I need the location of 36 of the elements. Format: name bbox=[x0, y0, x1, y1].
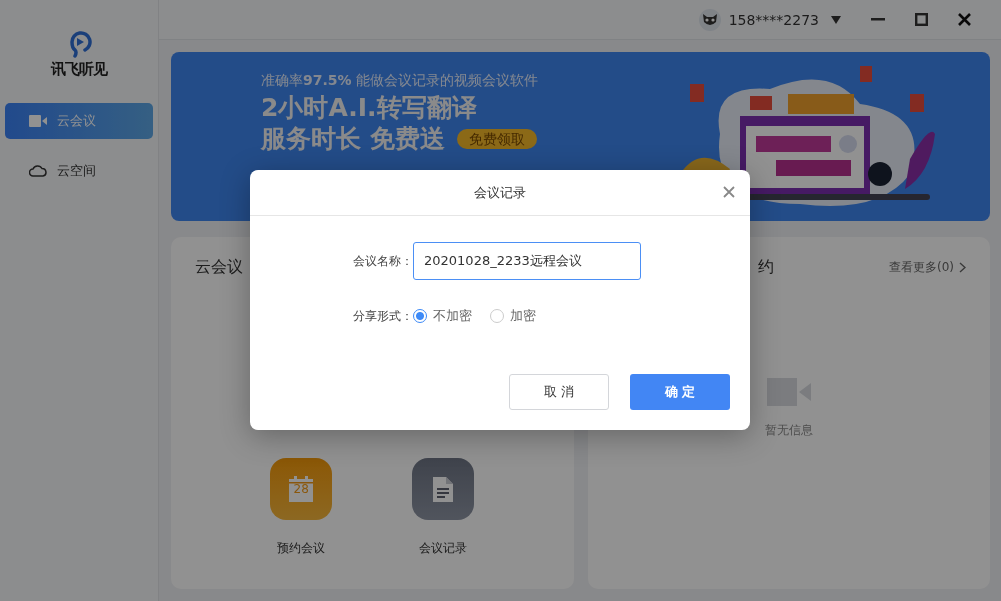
minimize-icon[interactable] bbox=[871, 18, 885, 21]
meeting-records-button[interactable] bbox=[412, 458, 475, 520]
maximize-icon[interactable] bbox=[915, 13, 928, 26]
card-title: 云会议 bbox=[195, 257, 243, 278]
calendar-day: 28 bbox=[293, 483, 309, 495]
close-icon[interactable] bbox=[723, 186, 735, 198]
sidebar-item[interactable]: 云空间 bbox=[5, 153, 153, 189]
user-phone[interactable]: 158****2273 bbox=[728, 11, 819, 28]
action-label: 预约会议 bbox=[277, 540, 326, 557]
banner-tagline: 准确率97.5% 能做会议记录的视频会议软件 bbox=[261, 72, 539, 89]
calendar-icon bbox=[289, 476, 314, 502]
claim-button[interactable]: 免费领取 bbox=[456, 129, 537, 150]
banner-subline: 服务时长 免费送 bbox=[261, 124, 445, 154]
document-icon bbox=[433, 476, 454, 502]
view-more-link[interactable]: 查看更多(0) bbox=[889, 259, 954, 276]
empty-message: 暂无信息 bbox=[764, 422, 813, 439]
banner-headline: 2小时A.I.转写翻译 bbox=[261, 94, 478, 123]
confirm-button[interactable]: 确 定 bbox=[630, 374, 730, 410]
option-label[interactable]: 加密 bbox=[510, 307, 536, 325]
chevron-right-icon[interactable] bbox=[959, 262, 966, 273]
cloud-icon bbox=[29, 165, 47, 177]
field-label: 分享形式： bbox=[352, 307, 413, 325]
card-title: 约 bbox=[757, 257, 774, 278]
logo-text: 讯飞听见 bbox=[51, 60, 107, 79]
meeting-name-field[interactable]: 20201028_2233远程会议 bbox=[413, 242, 641, 280]
video-camera-icon bbox=[766, 378, 811, 406]
dialog-title: 会议记录 bbox=[474, 183, 526, 202]
dropdown-caret-icon[interactable] bbox=[831, 15, 841, 24]
field-label: 会议名称： bbox=[352, 252, 413, 270]
option-label[interactable]: 不加密 bbox=[433, 307, 472, 325]
close-icon[interactable] bbox=[958, 13, 971, 26]
cancel-button[interactable]: 取 消 bbox=[509, 374, 609, 410]
avatar-icon[interactable] bbox=[698, 8, 721, 31]
video-camera-icon bbox=[29, 115, 47, 127]
radio-button[interactable] bbox=[413, 309, 427, 323]
action-label: 会议记录 bbox=[419, 540, 468, 557]
